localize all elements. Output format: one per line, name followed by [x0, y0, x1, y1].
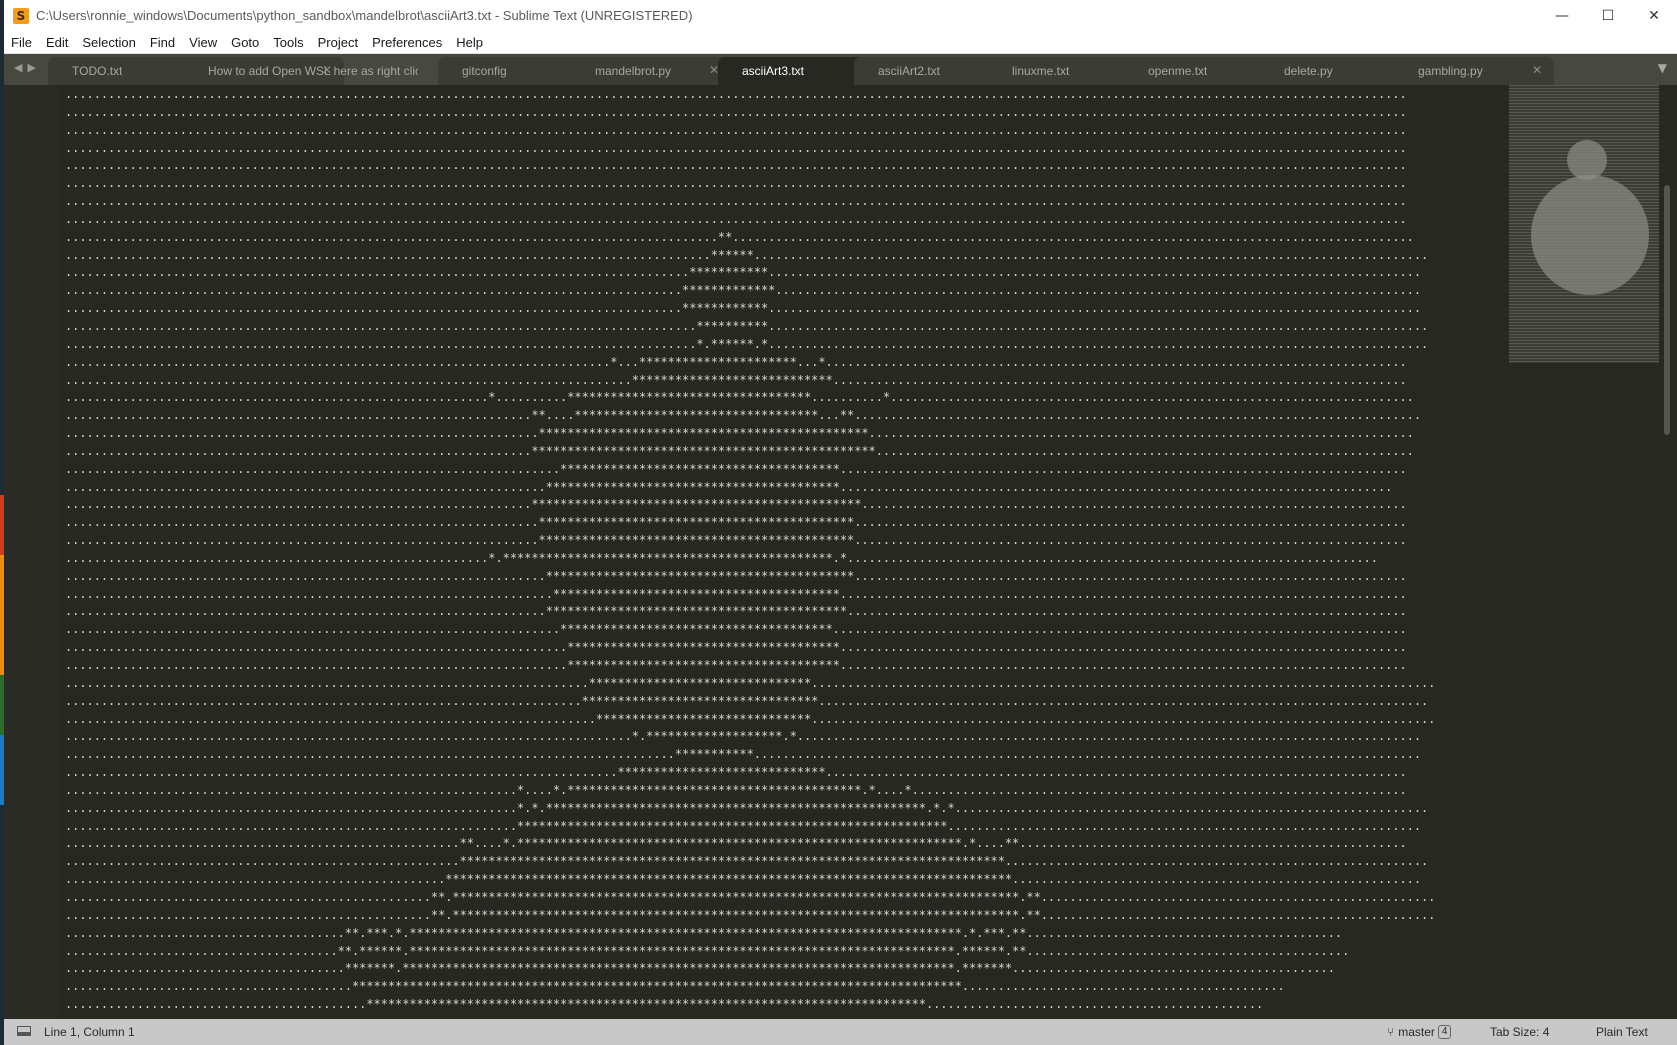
tab-label: delete.py: [1284, 64, 1333, 78]
maximize-button[interactable]: ☐: [1585, 0, 1631, 31]
menu-selection[interactable]: Selection: [75, 35, 142, 50]
git-branch-status[interactable]: ⑂ master 4: [1387, 1025, 1452, 1039]
scrollbar-thumb[interactable]: [1664, 185, 1670, 435]
syntax-selector[interactable]: Plain Text: [1596, 1025, 1648, 1039]
menu-file[interactable]: File: [4, 35, 39, 50]
tab-nav-arrows-icon[interactable]: ◀▶: [14, 61, 41, 74]
menu-tools[interactable]: Tools: [266, 35, 310, 50]
menu-edit[interactable]: Edit: [39, 35, 75, 50]
branch-changes-badge: 4: [1437, 1025, 1452, 1039]
tab-close-icon[interactable]: ✕: [1532, 63, 1542, 77]
cursor-position[interactable]: Line 1, Column 1: [44, 1025, 135, 1039]
tab-label: asciiArt2.txt: [878, 64, 941, 78]
window-title: C:\Users\ronnie_windows\Documents\python…: [36, 8, 693, 23]
status-bar: Line 1, Column 1 ⑂ master 4 Tab Size: 4 …: [4, 1019, 1677, 1045]
tab-label: gambling.py: [1418, 64, 1483, 78]
tab-label: How to add Open WSL here as right click.…: [208, 64, 418, 78]
title-bar: S C:\Users\ronnie_windows\Documents\pyth…: [4, 0, 1677, 31]
tab-open-wsl[interactable]: How to add Open WSL here as right click.…: [184, 57, 418, 85]
line-number-gutter: [4, 85, 59, 1019]
menu-goto[interactable]: Goto: [224, 35, 266, 50]
sublime-app-icon: S: [13, 7, 29, 24]
close-button[interactable]: ✕: [1631, 0, 1677, 31]
tab-label: gitconfig: [462, 64, 507, 78]
tab-label: linuxme.txt: [1012, 64, 1070, 78]
minimap-shape-bulb: [1567, 140, 1607, 180]
branch-name: master: [1398, 1025, 1435, 1039]
window-controls: — ☐ ✕: [1539, 0, 1677, 31]
menu-find[interactable]: Find: [143, 35, 182, 50]
tab-label: openme.txt: [1148, 64, 1208, 78]
menu-project[interactable]: Project: [311, 35, 365, 50]
menu-view[interactable]: View: [182, 35, 224, 50]
tab-label: asciiArt3.txt: [742, 64, 805, 78]
file-content[interactable]: ........................................…: [65, 86, 1435, 1014]
minimap[interactable]: [1509, 85, 1659, 1019]
tab-label: mandelbrot.py: [595, 64, 672, 78]
menu-preferences[interactable]: Preferences: [365, 35, 449, 50]
menu-bar: File Edit Selection Find View Goto Tools…: [4, 31, 1677, 54]
tab-close-icon[interactable]: ✕: [322, 63, 332, 77]
tab-mandelbrot[interactable]: mandelbrot.py ✕: [571, 57, 731, 85]
tab-gambling[interactable]: gambling.py ✕: [1394, 57, 1554, 85]
minimap-shape-body: [1531, 175, 1649, 295]
minimize-button[interactable]: —: [1539, 0, 1585, 31]
tab-size-setting[interactable]: Tab Size: 4: [1490, 1025, 1549, 1039]
sublime-window: S C:\Users\ronnie_windows\Documents\pyth…: [4, 0, 1677, 1045]
vertical-scrollbar[interactable]: [1659, 85, 1677, 1019]
tab-label: TODO.txt: [72, 64, 123, 78]
editor-text-area[interactable]: ........................................…: [59, 85, 1509, 1019]
tab-bar: ◀▶ TODO.txt ✕ How to add Open WSL here a…: [4, 54, 1677, 85]
menu-help[interactable]: Help: [449, 35, 490, 50]
tab-list-dropdown-icon[interactable]: ▼: [1658, 61, 1667, 75]
git-branch-icon: ⑂: [1387, 1025, 1395, 1039]
panel-toggle-icon[interactable]: [17, 1026, 31, 1036]
